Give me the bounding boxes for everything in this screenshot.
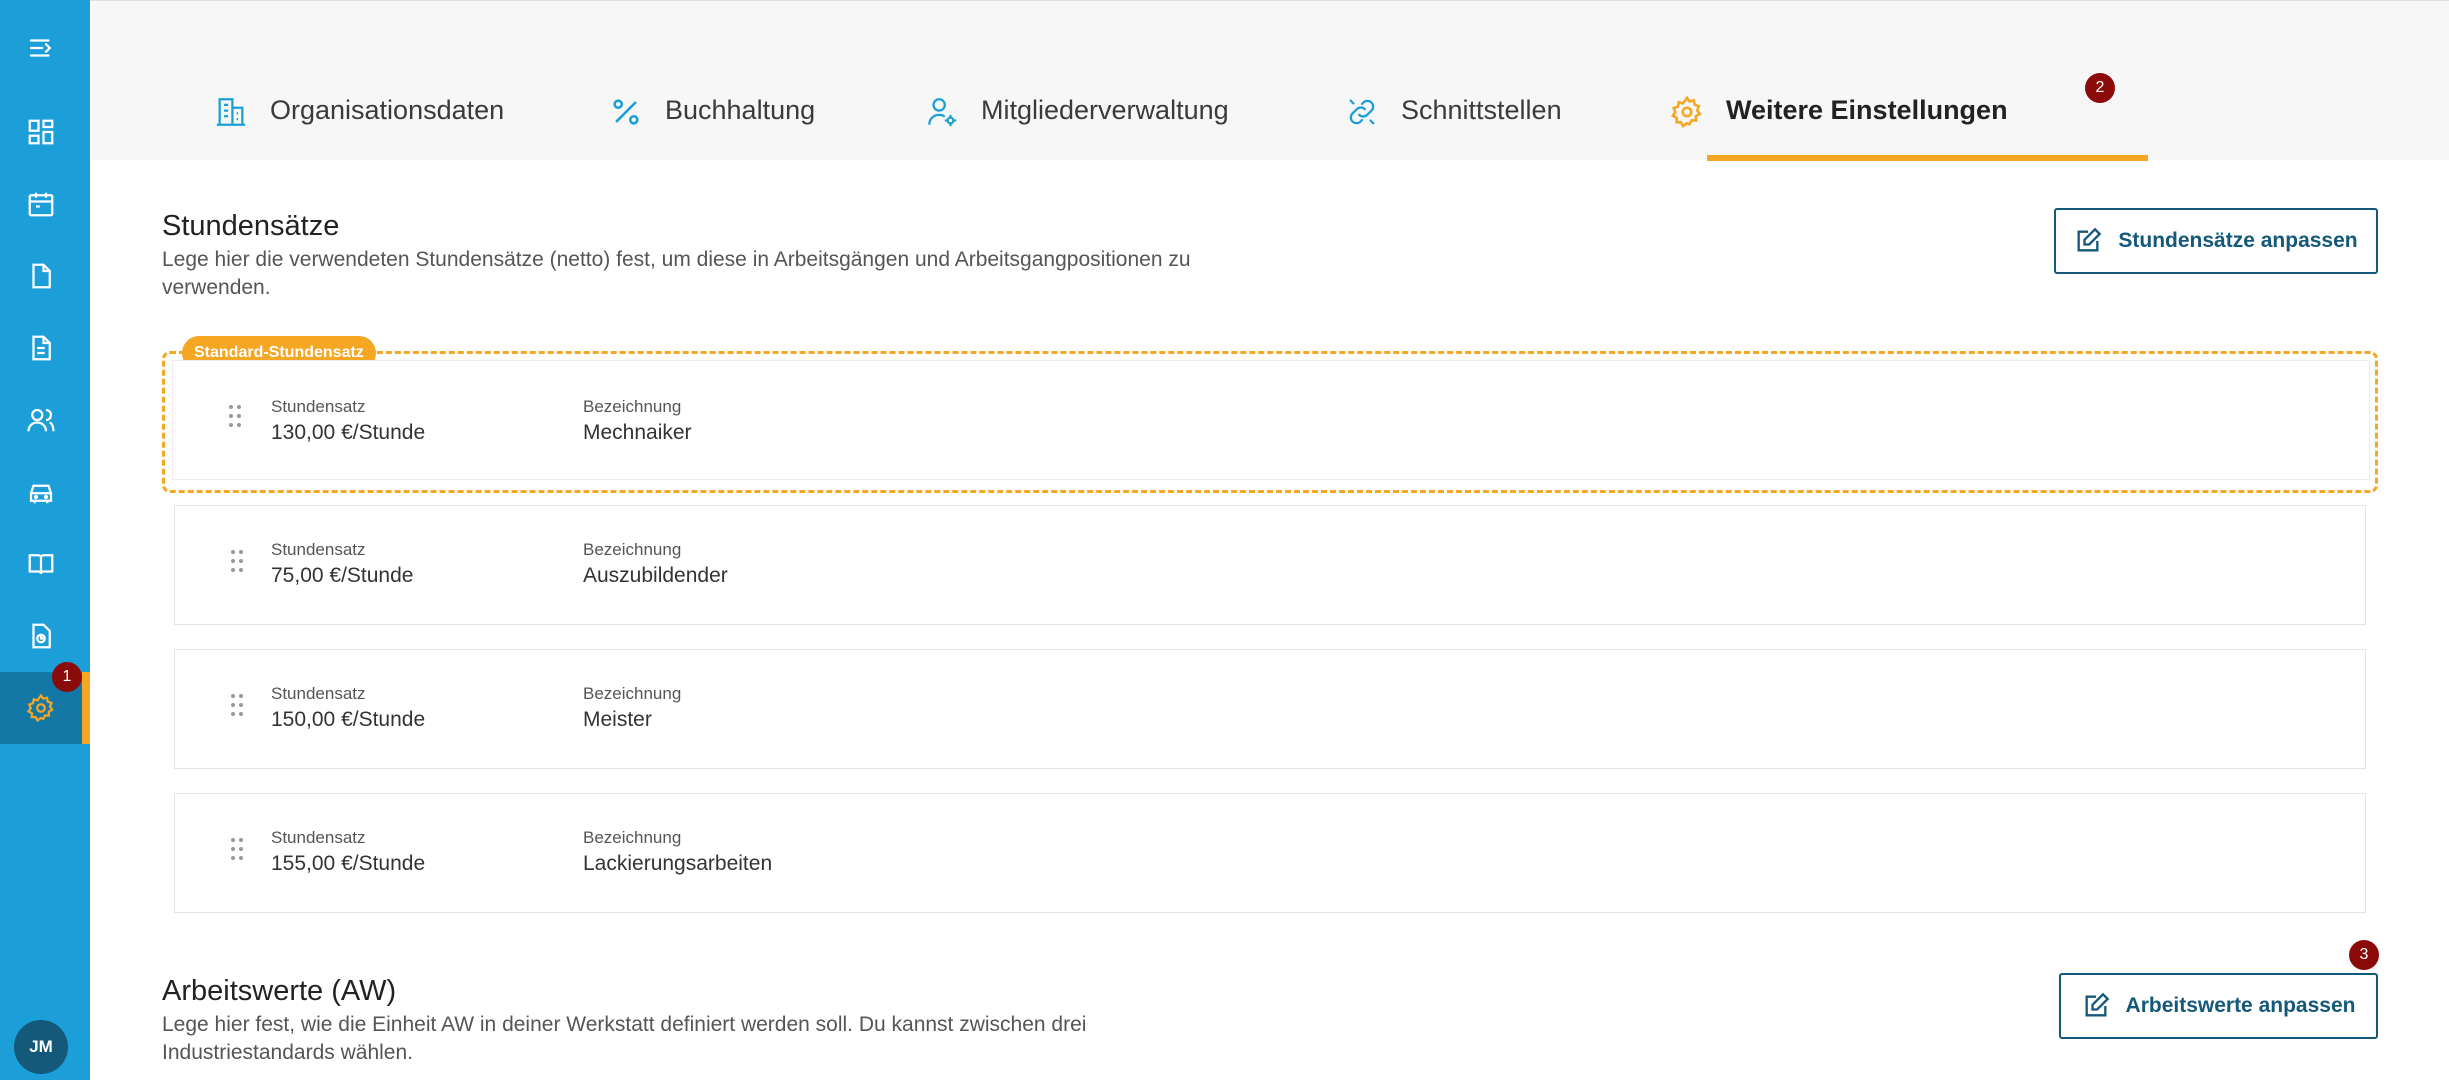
work-values-description: Lege hier fest, wie die Einheit AW in de… bbox=[162, 1013, 1087, 1064]
sidebar-item-customers[interactable] bbox=[0, 384, 82, 456]
tab-mitgliederverwaltung[interactable]: Mitgliederverwaltung bbox=[925, 61, 1229, 161]
name-label: Bezeichnung bbox=[583, 397, 682, 416]
sidebar-item-vehicles[interactable] bbox=[0, 456, 82, 528]
drag-handle-icon[interactable] bbox=[229, 548, 245, 574]
button-label: Stundensätze anpassen bbox=[2118, 229, 2358, 252]
sidebar: 1 JM bbox=[0, 0, 90, 1080]
rate-label: Stundensatz bbox=[271, 684, 366, 703]
name-label: Bezeichnung bbox=[583, 828, 682, 847]
building-icon bbox=[216, 98, 246, 126]
edit-icon bbox=[2077, 227, 2102, 252]
button-badge: 3 bbox=[2349, 940, 2379, 970]
document-icon bbox=[32, 263, 51, 289]
sidebar-item-documents[interactable] bbox=[0, 240, 82, 312]
name-value: Auszubildender bbox=[583, 564, 728, 587]
tab-badge: 2 bbox=[2085, 73, 2115, 103]
sidebar-active-indicator bbox=[82, 672, 90, 744]
sidebar-item-reports[interactable] bbox=[0, 600, 82, 672]
active-tab-indicator bbox=[1707, 155, 2148, 161]
tab-schnittstellen[interactable]: Schnittstellen bbox=[1345, 61, 1562, 161]
gear-icon bbox=[1670, 95, 1702, 129]
rate-row[interactable]: Stundensatz 130,00 €/Stunde Bezeichnung … bbox=[172, 360, 2370, 480]
rate-value: 155,00 €/Stunde bbox=[271, 852, 426, 875]
report-icon bbox=[32, 623, 51, 649]
name-label: Bezeichnung bbox=[583, 540, 682, 559]
edit-work-values-button[interactable]: Arbeitswerte anpassen bbox=[2059, 973, 2378, 1039]
sidebar-item-dashboard[interactable] bbox=[0, 96, 82, 168]
drag-handle-icon[interactable] bbox=[229, 692, 245, 718]
user-gear-icon bbox=[928, 98, 957, 127]
name-value: Meister bbox=[583, 708, 652, 731]
tab-label: Buchhaltung bbox=[665, 95, 816, 125]
calendar-icon bbox=[28, 192, 54, 217]
sidebar-item-invoices[interactable] bbox=[0, 312, 82, 384]
rate-value: 130,00 €/Stunde bbox=[271, 421, 426, 444]
tab-buchhaltung[interactable]: Buchhaltung bbox=[609, 61, 815, 161]
dashboard-icon bbox=[28, 119, 54, 145]
drag-handle-icon[interactable] bbox=[229, 836, 245, 862]
sidebar-item-catalog[interactable] bbox=[0, 528, 82, 600]
car-icon bbox=[29, 484, 53, 504]
tab-label: Weitere Einstellungen bbox=[1726, 95, 2008, 125]
name-label: Bezeichnung bbox=[583, 684, 682, 703]
tab-label: Schnittstellen bbox=[1401, 95, 1562, 125]
sidebar-toggle-button[interactable] bbox=[0, 12, 82, 84]
button-label: Arbeitswerte anpassen bbox=[2125, 994, 2356, 1017]
invoice-icon bbox=[32, 335, 51, 361]
tab-weitere-einstellungen[interactable]: Weitere Einstellungen bbox=[1670, 61, 2008, 161]
tab-label: Mitgliederverwaltung bbox=[981, 95, 1229, 125]
rate-row[interactable]: Stundensatz 155,00 €/Stunde Bezeichnung … bbox=[174, 793, 2366, 913]
percent-icon bbox=[613, 99, 639, 125]
book-icon bbox=[28, 554, 54, 575]
gear-icon bbox=[26, 693, 54, 723]
link-icon bbox=[1349, 99, 1375, 125]
avatar[interactable]: JM bbox=[14, 1020, 68, 1074]
edit-hourly-rates-button[interactable]: Stundensätze anpassen bbox=[2054, 208, 2378, 274]
rate-value: 75,00 €/Stunde bbox=[271, 564, 414, 587]
rate-label: Stundensatz bbox=[271, 828, 366, 847]
rate-label: Stundensatz bbox=[271, 397, 366, 416]
hourly-rates-description: Lege hier die verwendeten Stundensätze (… bbox=[162, 248, 1191, 299]
drag-handle-icon[interactable] bbox=[227, 403, 243, 429]
users-icon bbox=[27, 408, 55, 432]
name-value: Lackierungsarbeiten bbox=[583, 852, 773, 875]
rate-value: 150,00 €/Stunde bbox=[271, 708, 426, 731]
tab-label: Organisationsdaten bbox=[270, 95, 505, 125]
edit-icon bbox=[2085, 992, 2109, 1017]
work-values-title: Arbeitswerte (AW) bbox=[162, 975, 397, 1007]
settings-tab-bar: Organisationsdaten Buchhaltung Mitgliede… bbox=[90, 0, 2449, 161]
hourly-rates-title: Stundensätze bbox=[162, 210, 340, 242]
name-value: Mechnaiker bbox=[583, 421, 692, 444]
rate-label: Stundensatz bbox=[271, 540, 366, 559]
rate-row[interactable]: Stundensatz 75,00 €/Stunde Bezeichnung A… bbox=[174, 505, 2366, 625]
sidebar-item-calendar[interactable] bbox=[0, 168, 82, 240]
tab-organisationsdaten[interactable]: Organisationsdaten bbox=[214, 61, 504, 161]
sidebar-badge: 1 bbox=[52, 662, 82, 692]
menu-expand-icon bbox=[29, 39, 52, 57]
rate-row[interactable]: Stundensatz 150,00 €/Stunde Bezeichnung … bbox=[174, 649, 2366, 769]
